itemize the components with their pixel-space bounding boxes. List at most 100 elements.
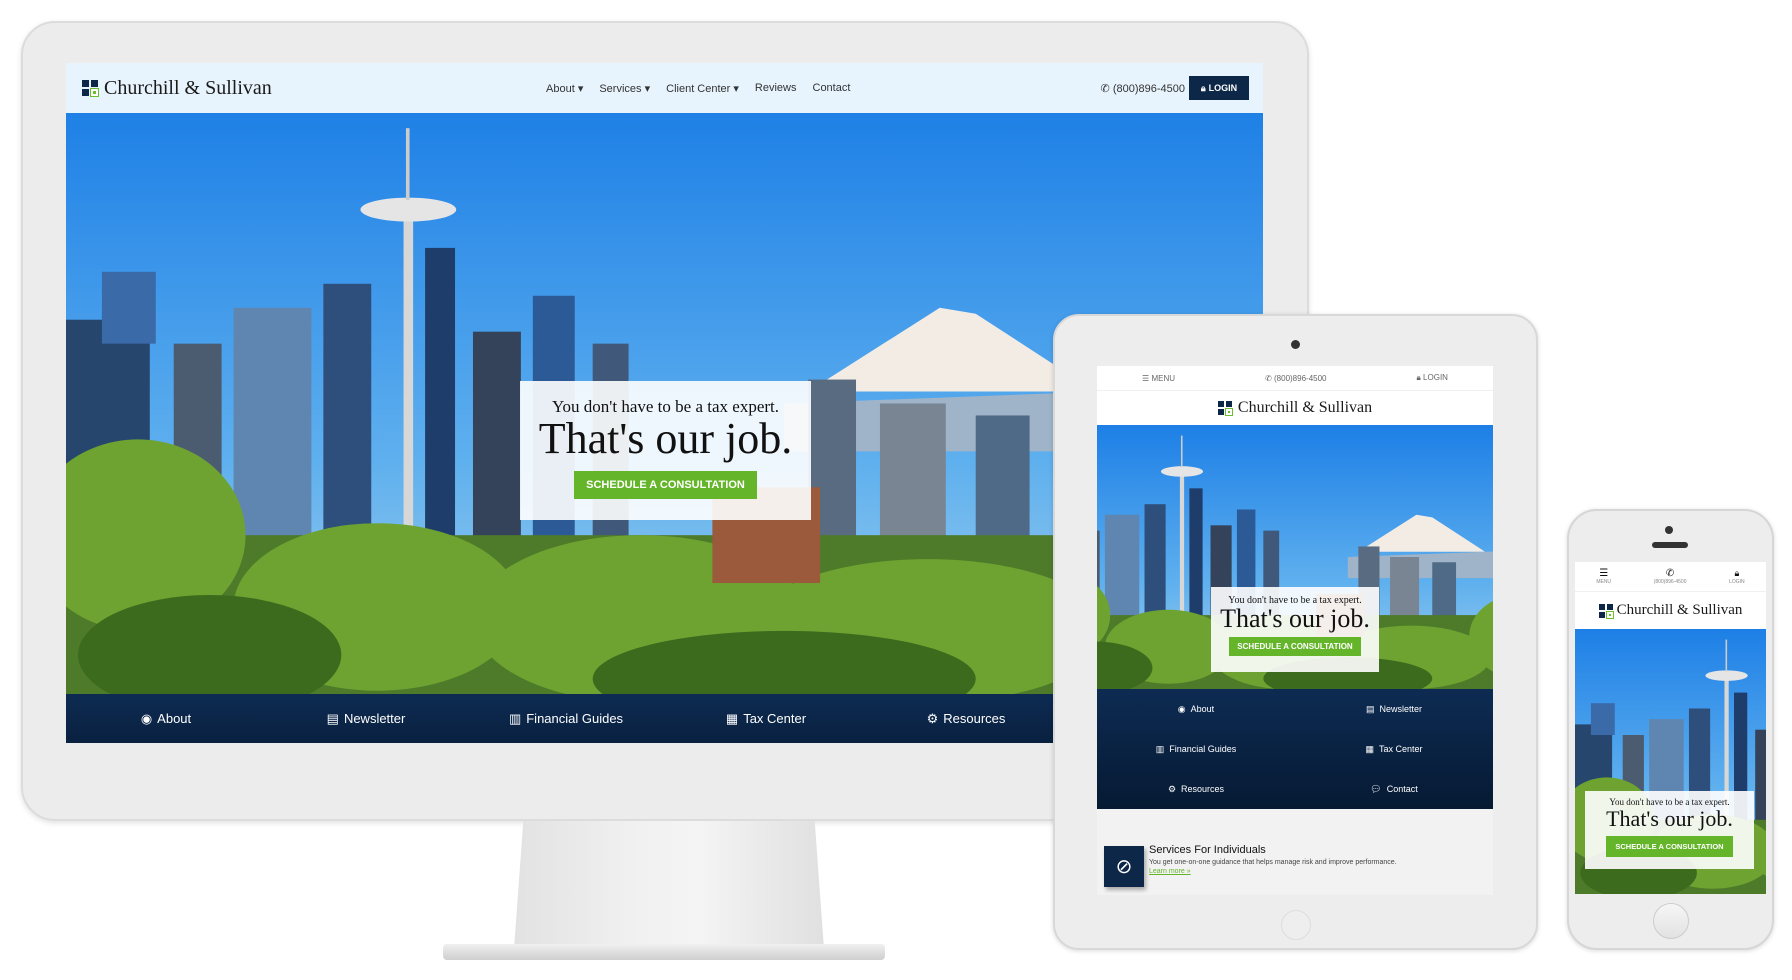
quick-link-label: Contact — [1386, 784, 1418, 794]
phone-link[interactable]: ✆ (800)896-4500 — [1654, 568, 1687, 585]
menu-button[interactable]: ☰ MENU — [1596, 568, 1611, 585]
quick-link-resources[interactable]: ⚙ Resources — [1097, 769, 1295, 809]
caret-down-icon: ▾ — [733, 82, 739, 95]
quick-link-newsletter[interactable]: ▤ Newsletter — [1295, 689, 1493, 729]
user-circle-icon: ◉ — [1177, 703, 1186, 714]
quick-link-financial-guides[interactable]: ▥ Financial Guides — [1097, 729, 1295, 769]
quick-link-tax-center[interactable]: ▦ Tax Center — [666, 694, 866, 743]
menu-button[interactable]: ☰ MENU — [1142, 374, 1175, 383]
phone-number: (800)896-4500 — [1112, 82, 1185, 95]
phone-icon: ✆ — [1665, 568, 1675, 579]
phone-home-button[interactable] — [1653, 903, 1689, 939]
quick-link-contact[interactable]: 💬︎ Contact — [1295, 769, 1493, 809]
hero-cta-box: You don't have to be a tax expert. That'… — [1211, 587, 1379, 672]
services-individuals: Services For Individuals You get one-on-… — [1149, 844, 1489, 875]
schedule-consultation-button[interactable]: SCHEDULE A CONSULTATION — [574, 471, 757, 499]
logo-mark-icon — [82, 80, 99, 97]
quick-link-label: Newsletter — [343, 711, 406, 726]
nav-contact[interactable]: Contact — [813, 82, 851, 95]
tablet-home-button[interactable] — [1281, 910, 1311, 940]
hero-cta-box: You don't have to be a tax expert. That'… — [1585, 791, 1754, 869]
phone-camera — [1665, 526, 1673, 534]
hero-banner: You don't have to be a tax expert. That'… — [1575, 629, 1766, 894]
comments-icon: 💬︎ — [1370, 783, 1382, 794]
quick-link-label: Newsletter — [1379, 704, 1423, 714]
quick-link-label: About — [1190, 704, 1215, 714]
menu-label: MENU — [1151, 373, 1175, 383]
brand-name: Churchill & Sullivan — [1237, 399, 1373, 416]
nav-about[interactable]: About ▾ — [546, 82, 583, 95]
nav-label: About — [546, 82, 575, 95]
hero-cta-box: You don't have to be a tax expert. That'… — [520, 381, 811, 520]
quick-link-label: Tax Center — [1378, 744, 1423, 754]
login-button[interactable]: 🔒︎ LOGIN — [1189, 76, 1249, 100]
quick-link-tax-center[interactable]: ▦ Tax Center — [1295, 729, 1493, 769]
lock-icon: 🔒︎ — [1416, 373, 1421, 382]
tablet-top-bar: ☰ MENU ✆ (800)896-4500 🔒︎ LOGIN — [1097, 366, 1493, 391]
header-phone[interactable]: ✆ (800)896-4500 — [1101, 82, 1185, 95]
lock-icon: 🔒︎ — [1200, 82, 1206, 93]
phone-number: (800)896-4500 — [1274, 373, 1327, 383]
quick-link-label: About — [157, 711, 192, 726]
logo-mark-icon — [1217, 401, 1233, 416]
site-header: Churchill & Sullivan About ▾ Services ▾ … — [66, 63, 1263, 113]
quick-link-financial-guides[interactable]: ▥ Financial Guides — [466, 694, 666, 743]
monitor-base — [443, 944, 885, 960]
hamburger-icon: ☰ — [1142, 373, 1150, 383]
menu-label: MENU — [1596, 579, 1612, 585]
tablet-camera — [1291, 340, 1300, 349]
login-label: LOGIN — [1208, 83, 1238, 93]
hero-headline: That's our job. — [1606, 806, 1733, 831]
site-logo[interactable]: Churchill & Sullivan — [1097, 391, 1493, 425]
quick-link-label: Financial Guides — [1169, 744, 1237, 754]
calendar-icon: ▦ — [725, 710, 739, 726]
schedule-consultation-button[interactable]: SCHEDULE A CONSULTATION — [1606, 836, 1733, 857]
quick-link-about[interactable]: ◉ About — [1097, 689, 1295, 729]
main-nav: About ▾ Services ▾ Client Center ▾ Revie… — [546, 82, 850, 95]
caret-down-icon: ▾ — [577, 82, 584, 95]
nav-services[interactable]: Services ▾ — [599, 82, 650, 95]
phone-top-bar: ☰ MENU ✆ (800)896-4500 🔒︎ LOGIN — [1575, 562, 1766, 592]
quick-link-resources[interactable]: ⚙ Resources — [866, 694, 1066, 743]
phone-icon: ✆ — [1265, 373, 1272, 383]
phone-number: (800)896-4500 — [1653, 579, 1687, 585]
hero-headline: That's our job. — [1220, 604, 1370, 633]
newspaper-icon: ▤ — [326, 710, 339, 726]
services-text: You get one-on-one guidance that helps m… — [1149, 859, 1397, 866]
lock-icon: 🔒︎ — [1734, 568, 1740, 578]
brand-name: Churchill & Sullivan — [104, 76, 272, 99]
services-title: Services For Individuals — [1149, 844, 1266, 856]
newspaper-icon: ▤ — [1365, 703, 1375, 714]
gear-icon: ⚙ — [926, 710, 939, 726]
quick-link-about[interactable]: ◉ About — [66, 694, 266, 743]
login-label: LOGIN — [1729, 579, 1745, 585]
site-logo[interactable]: Churchill & Sullivan — [1575, 592, 1766, 629]
nav-reviews[interactable]: Reviews — [755, 82, 797, 95]
bar-chart-icon: ▥ — [1155, 743, 1165, 754]
tablet-screen: ☰ MENU ✆ (800)896-4500 🔒︎ LOGIN Churchil… — [1097, 366, 1493, 895]
quick-link-label: Financial Guides — [526, 711, 624, 726]
login-link[interactable]: 🔒︎ LOGIN — [1729, 568, 1745, 585]
login-label: LOGIN — [1423, 373, 1448, 382]
login-link[interactable]: 🔒︎ LOGIN — [1417, 373, 1448, 383]
phone-screen: ☰ MENU ✆ (800)896-4500 🔒︎ LOGIN Churchill &… — [1575, 562, 1766, 894]
phone-link[interactable]: ✆ (800)896-4500 — [1265, 374, 1326, 383]
nav-client-center[interactable]: Client Center ▾ — [666, 82, 739, 95]
quick-link-label: Resources — [943, 711, 1006, 726]
quick-link-newsletter[interactable]: ▤ Newsletter — [266, 694, 466, 743]
quick-links-grid: ◉ About ▤ Newsletter ▥ Financial Guides ▦ Ta… — [1097, 689, 1493, 809]
calendar-icon: ▦ — [1365, 743, 1374, 754]
phone-speaker — [1652, 542, 1688, 548]
schedule-consultation-button[interactable]: SCHEDULE A CONSULTATION — [1229, 637, 1361, 656]
hamburger-icon: ☰ — [1599, 568, 1609, 579]
site-logo[interactable]: Churchill & Sullivan — [82, 77, 272, 100]
nav-label: Client Center — [666, 82, 731, 95]
hero-headline: That's our job. — [538, 414, 793, 463]
learn-more-link[interactable]: Learn more » — [1149, 868, 1489, 875]
nav-label: Services — [599, 82, 642, 95]
quick-link-label: Tax Center — [743, 711, 807, 726]
monitor-stand — [514, 821, 824, 949]
compass-icon: ⊘ — [1104, 846, 1144, 887]
gear-icon: ⚙ — [1167, 783, 1177, 794]
logo-mark-icon — [1598, 603, 1614, 619]
